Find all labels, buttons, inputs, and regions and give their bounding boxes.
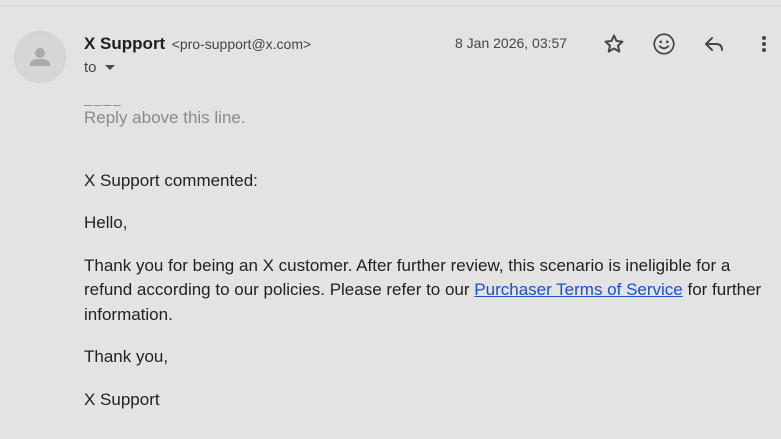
message-date: 8 Jan 2026, 03:57 xyxy=(455,35,568,51)
emoji-icon xyxy=(653,33,675,55)
reply-separator: _ _ _ _ xyxy=(84,90,121,106)
reply-button[interactable] xyxy=(700,30,728,58)
more-options-button[interactable] xyxy=(750,30,778,58)
chevron-down-icon xyxy=(104,65,115,70)
signature: X Support xyxy=(84,389,160,409)
sender-email: <pro-support@x.com> xyxy=(171,36,312,52)
more-vert-icon xyxy=(762,36,766,52)
top-divider xyxy=(0,5,781,6)
message-paragraph: Thank you for being an X customer. After… xyxy=(84,254,764,328)
terms-of-service-link[interactable]: Purchaser Terms of Service xyxy=(474,280,682,299)
reply-above-line-text: Reply above this line. xyxy=(84,108,246,127)
greeting: Hello, xyxy=(84,213,128,232)
to-label: to xyxy=(84,59,97,76)
sender-avatar[interactable] xyxy=(14,31,66,83)
commented-heading: X Support commented: xyxy=(84,170,258,190)
closing-line: Thank you, xyxy=(84,347,169,366)
recipients-toggle[interactable]: to xyxy=(84,59,115,76)
person-icon xyxy=(30,48,50,66)
sender-name[interactable]: X Support xyxy=(84,34,165,53)
star-icon xyxy=(604,34,624,53)
reply-icon xyxy=(705,37,723,51)
add-reaction-button[interactable] xyxy=(650,30,678,58)
star-button[interactable] xyxy=(600,30,628,58)
message-body: _ _ _ _ Reply above this line. X Support… xyxy=(84,90,764,412)
sender-line: X Support <pro-support@x.com> xyxy=(84,34,311,54)
